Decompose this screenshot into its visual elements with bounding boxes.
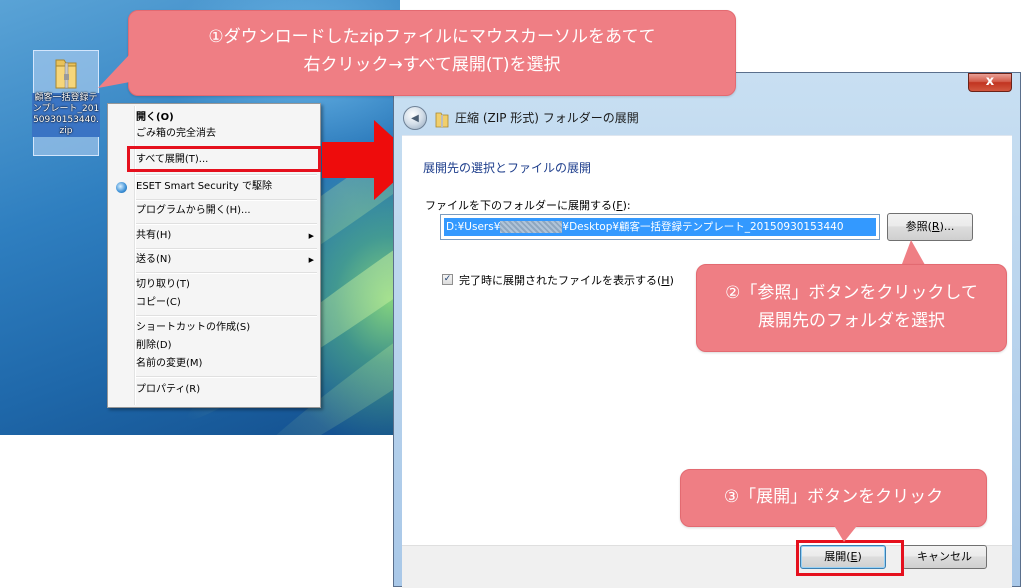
show-files-checkbox[interactable]: ✓ bbox=[442, 274, 453, 285]
callout-step2-line1: ②「参照」ボタンをクリックして bbox=[725, 283, 978, 303]
destination-label: ファイルを下のフォルダーに展開する(F): bbox=[425, 199, 631, 212]
menu-separator bbox=[136, 272, 317, 274]
back-button[interactable]: ◀ bbox=[403, 106, 427, 130]
cancel-button[interactable]: キャンセル bbox=[902, 545, 987, 569]
menu-item-empty-recycle[interactable]: ごみ箱の完全消去 bbox=[136, 125, 216, 143]
callout-step1: ①ダウンロードしたzipファイルにマウスカーソルをあてて 右クリック→すべて展開… bbox=[128, 10, 736, 96]
dialog-heading: 展開先の選択とファイルの展開 bbox=[423, 161, 592, 175]
dialog-title-bar: ◀ 圧縮 (ZIP 形式) フォルダーの展開 bbox=[400, 100, 1008, 134]
desktop-file-label: 顧客一括登録テンプレート_20150930153440.zip bbox=[32, 93, 100, 137]
path-selection: D:¥Users¥ ¥Desktop¥顧客一括登録テンプレート_201509301… bbox=[444, 218, 876, 236]
menu-item-copy[interactable]: コピー(C) bbox=[136, 294, 181, 312]
back-arrow-icon: ◀ bbox=[411, 113, 419, 124]
callout-pointer bbox=[832, 522, 860, 542]
dialog-title: 圧縮 (ZIP 形式) フォルダーの展開 bbox=[455, 111, 639, 125]
callout-step1-line1: ①ダウンロードしたzipファイルにマウスカーソルをあてて bbox=[208, 27, 656, 47]
callout-step3-text: ③「展開」ボタンをクリック bbox=[723, 487, 944, 507]
menu-item-share[interactable]: 共有(H) bbox=[136, 227, 171, 245]
destination-path-input[interactable]: D:¥Users¥ ¥Desktop¥顧客一括登録テンプレート_201509301… bbox=[440, 214, 880, 240]
extract-button-highlight bbox=[796, 540, 904, 576]
menu-separator bbox=[136, 199, 317, 201]
callout-step2: ②「参照」ボタンをクリックして 展開先のフォルダを選択 bbox=[696, 264, 1007, 352]
zip-folder-icon bbox=[435, 112, 449, 128]
submenu-arrow-icon: ▶ bbox=[308, 232, 314, 240]
menu-item-delete[interactable]: 削除(D) bbox=[136, 337, 172, 355]
submenu-arrow-icon: ▶ bbox=[308, 256, 314, 264]
show-files-label: 完了時に展開されたファイルを表示する(H) bbox=[459, 274, 674, 287]
menu-item-open-with[interactable]: プログラムから開く(H)... bbox=[136, 202, 251, 220]
menu-separator bbox=[136, 248, 317, 250]
menu-separator bbox=[136, 376, 317, 378]
menu-item-rename[interactable]: 名前の変更(M) bbox=[136, 355, 202, 373]
masked-username bbox=[500, 221, 563, 233]
eset-icon bbox=[116, 182, 127, 193]
callout-step3: ③「展開」ボタンをクリック bbox=[680, 469, 987, 527]
extract-all-highlight bbox=[127, 146, 321, 172]
menu-item-create-shortcut[interactable]: ショートカットの作成(S) bbox=[136, 319, 250, 337]
menu-item-properties[interactable]: プロパティ(R) bbox=[136, 381, 200, 399]
browse-button[interactable]: 参照(R)... bbox=[887, 213, 973, 241]
close-button[interactable]: x bbox=[968, 73, 1012, 92]
menu-item-cut[interactable]: 切り取り(T) bbox=[136, 276, 190, 294]
callout-pointer bbox=[98, 54, 151, 88]
desktop-zip-file[interactable]: 顧客一括登録テンプレート_20150930153440.zip bbox=[32, 50, 100, 156]
callout-step2-line2: 展開先のフォルダを選択 bbox=[758, 311, 945, 331]
menu-item-eset-scan[interactable]: ESET Smart Security で駆除 bbox=[136, 178, 272, 196]
menu-separator bbox=[136, 315, 317, 317]
zip-folder-icon bbox=[55, 59, 77, 89]
menu-item-send-to[interactable]: 送る(N) bbox=[136, 251, 171, 269]
callout-step1-line2: 右クリック→すべて展開(T)を選択 bbox=[303, 55, 561, 75]
menu-separator bbox=[136, 174, 317, 176]
menu-separator bbox=[136, 223, 317, 225]
